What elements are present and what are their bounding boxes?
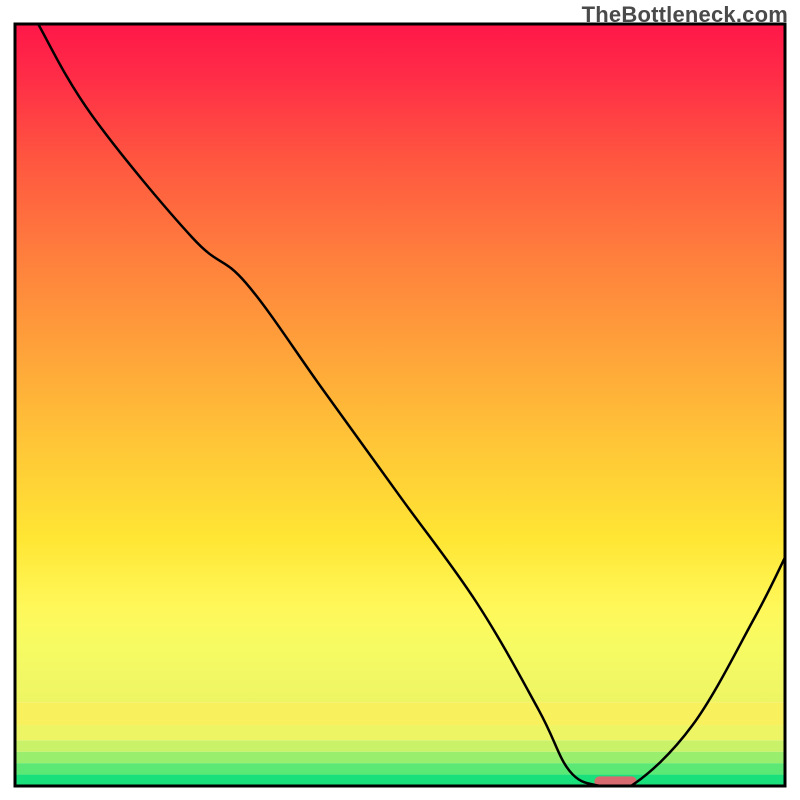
chart-container: TheBottleneck.com [0,0,800,800]
bottleneck-chart [0,0,800,800]
